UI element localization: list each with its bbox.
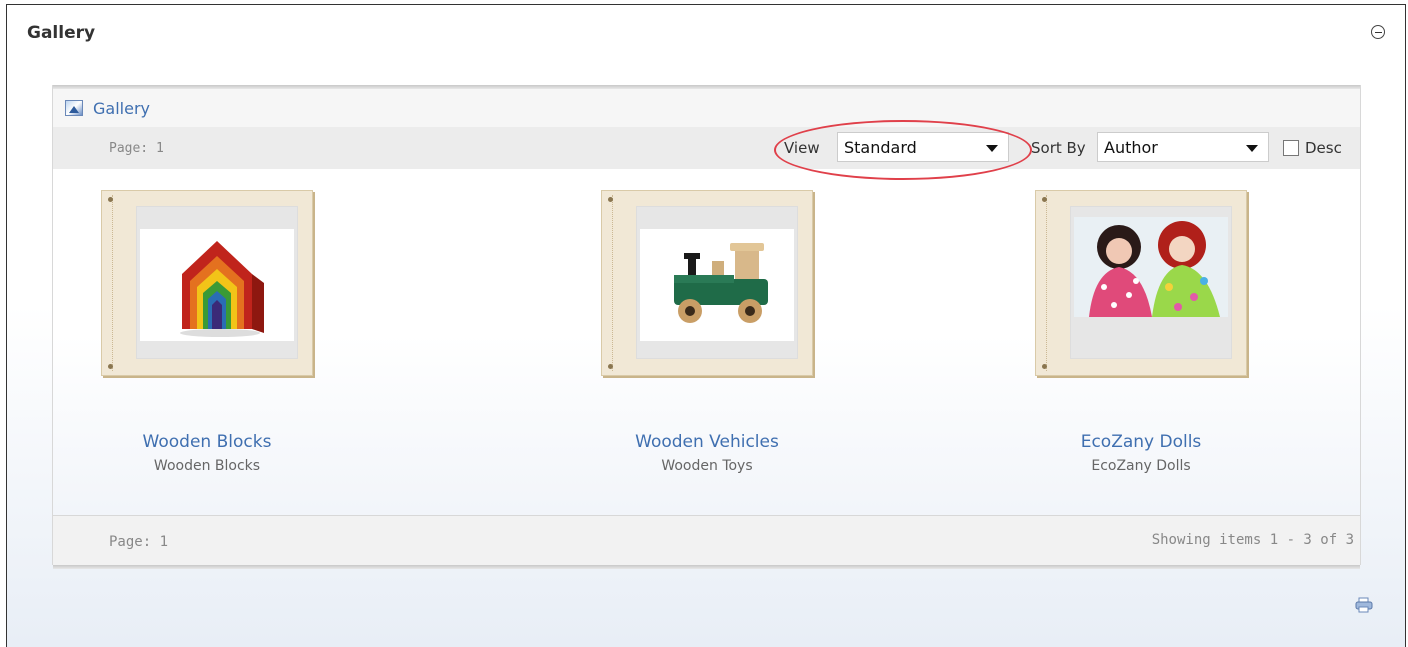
sort-by-select[interactable]: Author [1097,132,1269,162]
gallery-container: Gallery Page: 1 View Standard Sort By Au… [52,85,1361,569]
sort-by-label: Sort By [1031,139,1086,157]
item-title-link[interactable]: EcoZany Dolls [991,432,1291,452]
gallery-item: EcoZany Dolls EcoZany Dolls [991,190,1291,474]
view-label: View [784,139,820,157]
showing-count: Showing items 1 - 3 of 3 [1151,532,1354,548]
chevron-down-icon [1246,145,1258,152]
toy-train-image [674,243,768,323]
item-subtitle: Wooden Blocks [153,458,261,474]
item-subtitle: Wooden Toys [661,458,753,474]
frame-corner [1042,197,1047,202]
desc-checkbox[interactable] [1283,140,1299,156]
frame-mat [1070,206,1232,359]
page-indicator-top: Page: 1 [109,141,164,156]
gallery-header: Gallery [53,89,1360,127]
item-title-link[interactable]: Wooden Vehicles [557,432,857,452]
frame-corner [108,197,113,202]
item-thumbnail[interactable] [1074,217,1228,317]
gallery-toolbar: Page: 1 View Standard Sort By Author Des… [53,127,1360,169]
frame-corner [108,364,113,369]
view-select[interactable]: Standard [837,132,1009,162]
item-thumbnail[interactable] [640,229,794,341]
photo-frame[interactable] [101,190,313,376]
chevron-down-icon [986,145,998,152]
gallery-bottom-border [53,565,1360,569]
frame-corner [608,197,613,202]
gallery-footer: Page: 1 Showing items 1 - 3 of 3 [53,515,1360,569]
item-title-link[interactable]: Wooden Blocks [57,432,357,452]
gallery-item: Wooden Vehicles Wooden Toys [557,190,857,474]
desc-label: Desc [1305,139,1342,157]
item-thumbnail[interactable] [140,229,294,341]
frame-mat [636,206,798,359]
frame-mat [136,206,298,359]
gallery-header-link[interactable]: Gallery [93,99,150,118]
view-select-value: Standard [844,137,917,157]
rag-dolls-image [1074,217,1228,317]
rainbow-blocks-image [180,241,264,337]
photo-frame[interactable] [601,190,813,376]
picture-icon [65,100,83,116]
sort-select-value: Author [1104,137,1158,157]
page-indicator-bottom: Page: 1 [109,534,169,550]
module-title: Gallery [27,23,96,43]
photo-frame[interactable] [1035,190,1247,376]
print-icon[interactable] [1354,597,1374,613]
collapse-icon[interactable] [1371,25,1385,39]
item-subtitle: EcoZany Dolls [1091,458,1191,474]
frame-corner [608,364,613,369]
frame-corner [1042,364,1047,369]
gallery-item: Wooden Blocks Wooden Blocks [57,190,357,474]
